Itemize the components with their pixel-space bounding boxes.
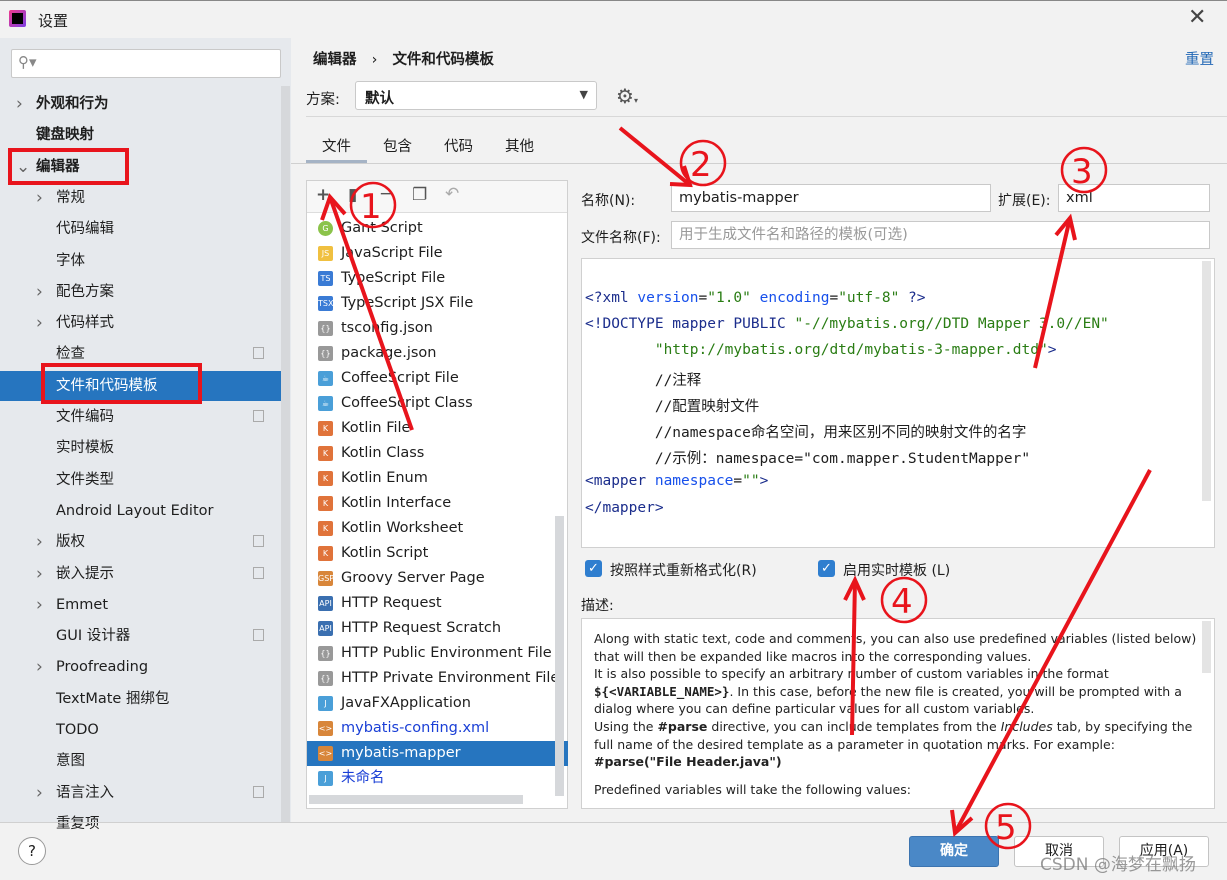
- annotation-digit-3: 3: [1071, 152, 1093, 192]
- arrow-2: [618, 126, 693, 188]
- annotation-digit-5: 5: [995, 808, 1017, 848]
- arrow-5: [950, 469, 1152, 837]
- arrow-1: [320, 193, 414, 431]
- highlight-box-templates: [41, 363, 202, 404]
- annotation-digit-2: 2: [690, 145, 712, 185]
- annotation-digit-4: 4: [891, 582, 913, 622]
- arrow-3: [1033, 213, 1077, 369]
- highlight-box-editor: [8, 148, 129, 185]
- annotation-overlay: [8, 126, 1152, 850]
- arrow-4: [843, 575, 866, 736]
- annotation-digit-1: 1: [360, 187, 382, 227]
- watermark: CSDN @海梦在飘扬: [1040, 855, 1196, 875]
